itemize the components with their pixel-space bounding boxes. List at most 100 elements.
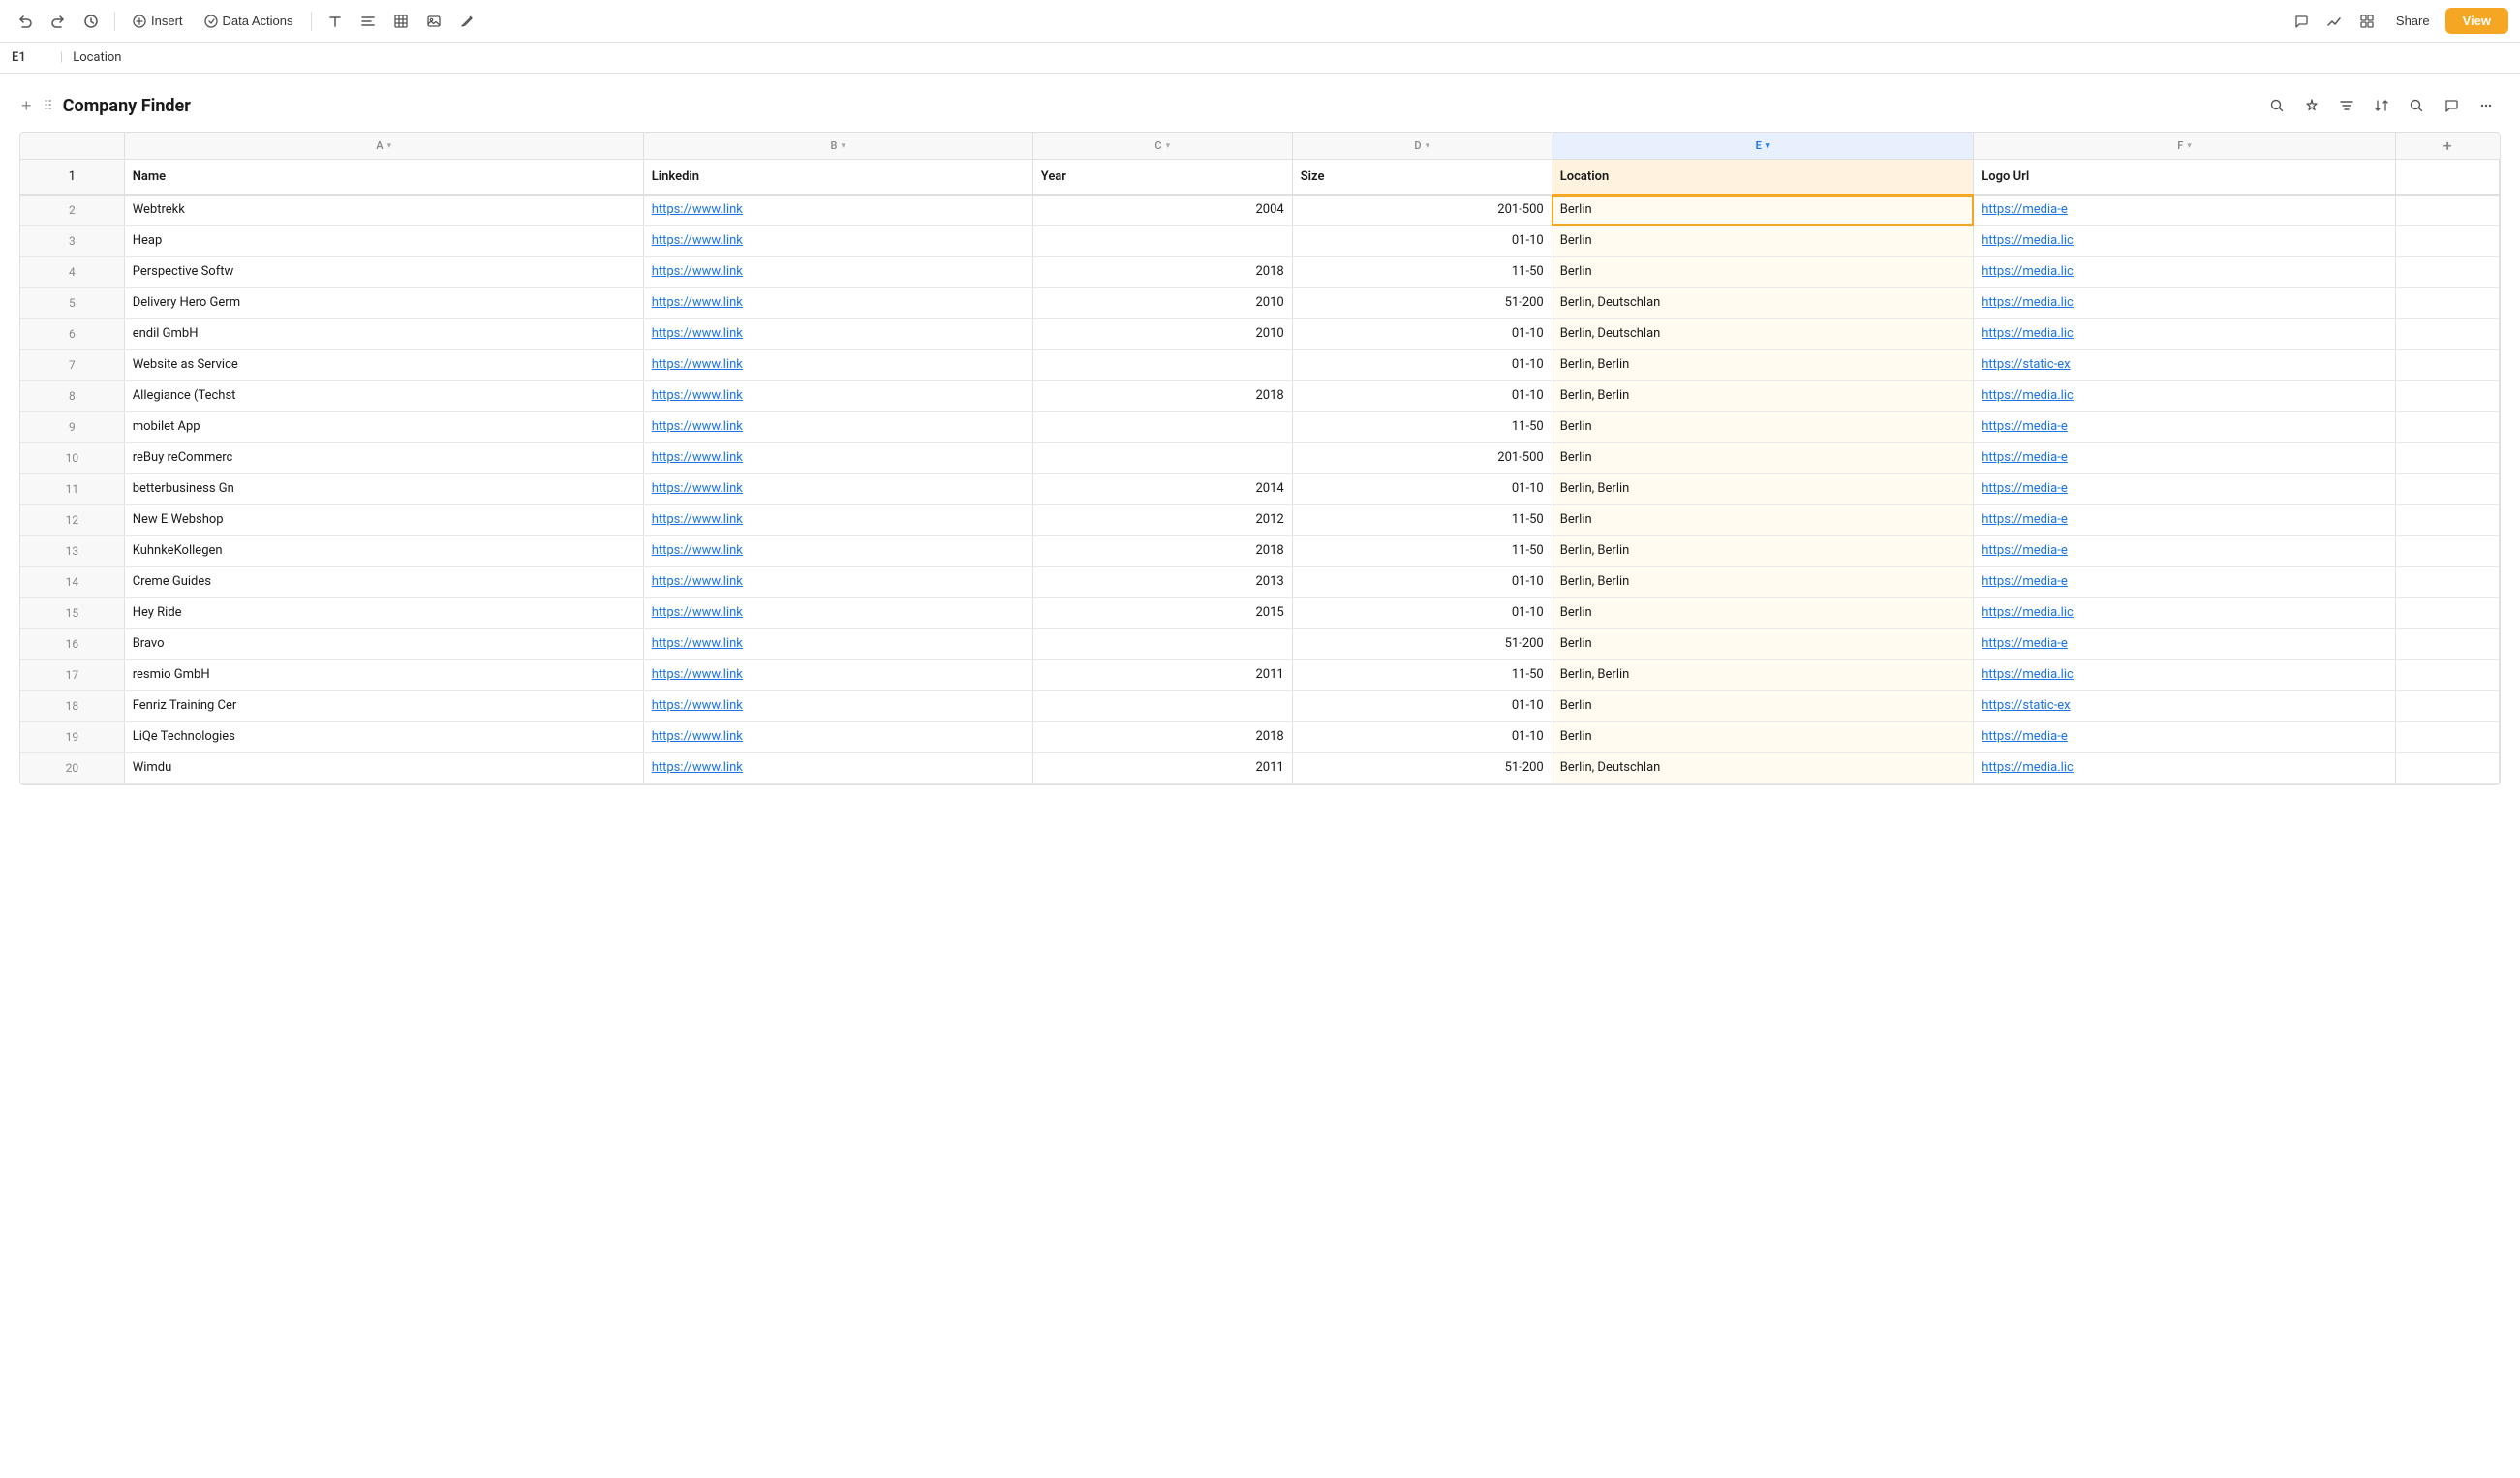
view-toggle-button[interactable]: [2353, 10, 2381, 33]
size-cell[interactable]: 01-10: [1292, 319, 1552, 350]
linkedin-cell[interactable]: https://www.link: [643, 598, 1032, 629]
linkedin-cell[interactable]: https://www.link: [643, 350, 1032, 381]
location-cell[interactable]: Berlin: [1552, 629, 1974, 660]
logo-cell[interactable]: https://media.lic: [1974, 226, 2396, 257]
linkedin-cell[interactable]: https://www.link: [643, 319, 1032, 350]
col-B-dropdown[interactable]: ▾: [841, 141, 845, 151]
share-button[interactable]: Share: [2386, 10, 2440, 32]
name-cell[interactable]: KuhnkeKollegen: [124, 536, 643, 567]
col-F-dropdown[interactable]: ▾: [2187, 141, 2192, 151]
logo-cell[interactable]: https://media-e: [1974, 505, 2396, 536]
size-cell[interactable]: 01-10: [1292, 474, 1552, 505]
year-cell[interactable]: 2018: [1032, 536, 1292, 567]
widget-sparkle-button[interactable]: [2297, 93, 2326, 118]
text-format-button[interactable]: [322, 10, 349, 33]
linkedin-cell[interactable]: https://www.link: [643, 195, 1032, 226]
location-cell[interactable]: Berlin, Berlin: [1552, 474, 1974, 505]
analytics-button[interactable]: [2320, 10, 2348, 33]
location-cell[interactable]: Berlin, Deutschlan: [1552, 753, 1974, 784]
location-cell[interactable]: Berlin, Deutschlan: [1552, 288, 1974, 319]
undo-button[interactable]: [12, 10, 39, 33]
logo-cell[interactable]: https://media.lic: [1974, 381, 2396, 412]
year-cell[interactable]: 2011: [1032, 660, 1292, 691]
size-cell[interactable]: 51-200: [1292, 629, 1552, 660]
logo-cell[interactable]: https://media-e: [1974, 474, 2396, 505]
linkedin-cell[interactable]: https://www.link: [643, 536, 1032, 567]
name-cell[interactable]: reBuy reCommerc: [124, 443, 643, 474]
name-cell[interactable]: Bravo: [124, 629, 643, 660]
col-C-dropdown[interactable]: ▾: [1166, 141, 1171, 151]
linkedin-cell[interactable]: https://www.link: [643, 443, 1032, 474]
name-cell[interactable]: Delivery Hero Germ: [124, 288, 643, 319]
linkedin-cell[interactable]: https://www.link: [643, 691, 1032, 722]
name-cell[interactable]: LiQe Technologies: [124, 722, 643, 753]
size-cell[interactable]: 11-50: [1292, 660, 1552, 691]
name-cell[interactable]: Heap: [124, 226, 643, 257]
size-cell[interactable]: 01-10: [1292, 226, 1552, 257]
name-cell[interactable]: New E Webshop: [124, 505, 643, 536]
widget-add-button[interactable]: +: [19, 94, 34, 118]
widget-search-button[interactable]: [2262, 93, 2291, 118]
location-cell[interactable]: Berlin: [1552, 226, 1974, 257]
col-D-dropdown[interactable]: ▾: [1426, 141, 1430, 151]
name-cell[interactable]: Hey Ride: [124, 598, 643, 629]
year-cell[interactable]: 2010: [1032, 319, 1292, 350]
name-cell[interactable]: Website as Service: [124, 350, 643, 381]
size-cell[interactable]: 11-50: [1292, 505, 1552, 536]
logo-cell[interactable]: https://media-e: [1974, 412, 2396, 443]
location-cell[interactable]: Berlin: [1552, 691, 1974, 722]
linkedin-cell[interactable]: https://www.link: [643, 474, 1032, 505]
linkedin-cell[interactable]: https://www.link: [643, 660, 1032, 691]
year-cell[interactable]: [1032, 629, 1292, 660]
col-header-F[interactable]: F ▾: [1974, 133, 2396, 160]
year-cell[interactable]: [1032, 691, 1292, 722]
size-cell[interactable]: 01-10: [1292, 722, 1552, 753]
redo-button[interactable]: [45, 10, 72, 33]
year-cell[interactable]: 2015: [1032, 598, 1292, 629]
name-cell[interactable]: mobilet App: [124, 412, 643, 443]
col-A-dropdown[interactable]: ▾: [387, 141, 392, 151]
linkedin-cell[interactable]: https://www.link: [643, 567, 1032, 598]
widget-drag-button[interactable]: ⠿: [42, 96, 55, 116]
size-cell[interactable]: 201-500: [1292, 443, 1552, 474]
name-cell[interactable]: Wimdu: [124, 753, 643, 784]
logo-cell[interactable]: https://media-e: [1974, 536, 2396, 567]
location-cell[interactable]: Berlin: [1552, 257, 1974, 288]
location-cell[interactable]: Berlin, Berlin: [1552, 381, 1974, 412]
year-cell[interactable]: 2010: [1032, 288, 1292, 319]
col-header-D[interactable]: D ▾: [1292, 133, 1552, 160]
header-logo[interactable]: Logo Url: [1974, 160, 2396, 195]
header-year[interactable]: Year: [1032, 160, 1292, 195]
location-cell[interactable]: Berlin, Berlin: [1552, 536, 1974, 567]
image-button[interactable]: [420, 10, 447, 33]
logo-cell[interactable]: https://static-ex: [1974, 350, 2396, 381]
align-button[interactable]: [354, 10, 382, 33]
history-button[interactable]: [77, 10, 105, 33]
logo-cell[interactable]: https://static-ex: [1974, 691, 2396, 722]
size-cell[interactable]: 01-10: [1292, 567, 1552, 598]
header-name[interactable]: Name: [124, 160, 643, 195]
table-button[interactable]: [387, 10, 415, 33]
logo-cell[interactable]: https://media.lic: [1974, 257, 2396, 288]
linkedin-cell[interactable]: https://www.link: [643, 722, 1032, 753]
name-cell[interactable]: Fenriz Training Cer: [124, 691, 643, 722]
logo-cell[interactable]: https://media-e: [1974, 195, 2396, 226]
year-cell[interactable]: 2013: [1032, 567, 1292, 598]
size-cell[interactable]: 11-50: [1292, 257, 1552, 288]
name-cell[interactable]: betterbusiness Gn: [124, 474, 643, 505]
location-cell[interactable]: Berlin: [1552, 722, 1974, 753]
location-cell[interactable]: Berlin: [1552, 195, 1974, 226]
widget-filter-button[interactable]: [2332, 93, 2361, 118]
name-cell[interactable]: Creme Guides: [124, 567, 643, 598]
logo-cell[interactable]: https://media.lic: [1974, 753, 2396, 784]
location-cell[interactable]: Berlin: [1552, 443, 1974, 474]
col-header-B[interactable]: B ▾: [643, 133, 1032, 160]
logo-cell[interactable]: https://media-e: [1974, 567, 2396, 598]
size-cell[interactable]: 201-500: [1292, 195, 1552, 226]
widget-comment-button[interactable]: [2437, 93, 2466, 118]
size-cell[interactable]: 01-10: [1292, 598, 1552, 629]
location-cell[interactable]: Berlin: [1552, 505, 1974, 536]
year-cell[interactable]: 2018: [1032, 722, 1292, 753]
linkedin-cell[interactable]: https://www.link: [643, 288, 1032, 319]
linkedin-cell[interactable]: https://www.link: [643, 505, 1032, 536]
